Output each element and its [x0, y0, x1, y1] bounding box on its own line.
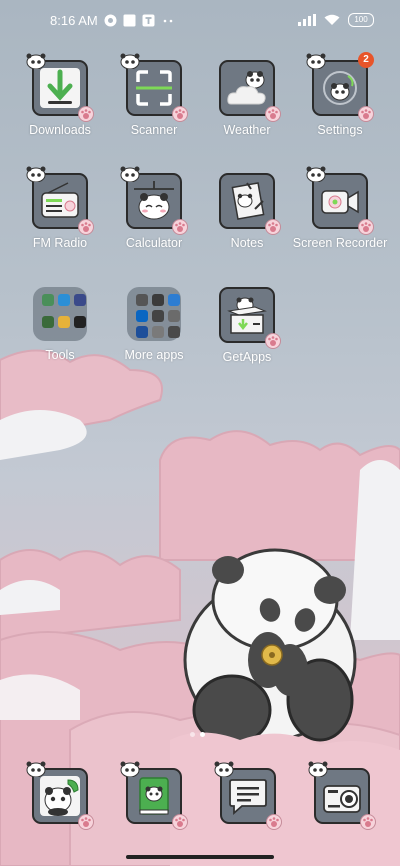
more-notifications-icon [163, 19, 173, 23]
camera-icon [323, 785, 361, 813]
download-arrow-icon [40, 68, 80, 108]
app-scanner[interactable]: Scanner [104, 53, 204, 138]
folder-icon [33, 287, 87, 341]
app-notes[interactable]: Notes [197, 173, 297, 251]
mini-app-icon [168, 326, 180, 338]
paw-icon [78, 814, 94, 830]
mini-app-icon [58, 316, 70, 328]
paw-icon [78, 219, 94, 235]
notes-icon [231, 182, 265, 220]
paw-icon [172, 219, 188, 235]
folder-icon [127, 287, 181, 341]
weather-cloud-icon [227, 71, 266, 105]
app-screen-recorder[interactable]: Screen Recorder [290, 166, 390, 251]
app-label: Notes [230, 236, 264, 250]
app-icon-frame [120, 761, 188, 830]
app-downloads[interactable]: Downloads [10, 53, 110, 138]
app-icon-frame [306, 166, 374, 235]
paw-icon [265, 219, 281, 235]
home-gesture-bar[interactable] [126, 855, 274, 859]
app-icon-frame: 2 [306, 52, 374, 122]
paw-icon [358, 219, 374, 235]
app-settings[interactable]: 2 Settings [290, 52, 390, 138]
mini-app-icon [74, 316, 86, 328]
mini-app-icon [152, 310, 164, 322]
app-label: Tools [45, 348, 75, 362]
signal-icon [298, 14, 316, 26]
app-calculator[interactable]: Calculator [104, 166, 204, 251]
app-icon-frame [214, 761, 282, 830]
app-weather[interactable]: Weather [197, 60, 297, 138]
mini-app-icon [58, 294, 70, 306]
dock-camera[interactable] [308, 761, 376, 830]
mini-app-icon [136, 310, 148, 322]
folder-more-apps[interactable]: More apps [104, 287, 204, 363]
dock-contacts[interactable] [120, 761, 188, 830]
paw-icon [172, 106, 188, 122]
mini-app-icon [152, 294, 164, 306]
app-icon-frame [219, 287, 281, 349]
app-label: More apps [124, 348, 184, 362]
notification-badge: 2 [358, 52, 374, 68]
folder-tools[interactable]: Tools [10, 287, 110, 363]
app-notification-icon [104, 14, 117, 27]
screen-recorder-icon [321, 190, 359, 214]
paw-icon [360, 814, 376, 830]
app-label: Weather [223, 123, 271, 137]
radio-icon [41, 182, 79, 218]
scanner-icon [136, 70, 172, 106]
paw-icon [172, 814, 188, 830]
t-notification-icon [142, 14, 155, 27]
clock: 8:16 AM [50, 13, 98, 28]
mini-app-icon [136, 294, 148, 306]
mini-app-icon [152, 326, 164, 338]
mini-app-icon [168, 294, 180, 306]
paw-icon [358, 106, 374, 122]
app-label: Screen Recorder [292, 236, 388, 250]
app-label: Calculator [125, 236, 183, 250]
app-label: Scanner [130, 123, 178, 137]
app-icon-frame [26, 166, 94, 235]
contacts-book-icon [139, 777, 169, 815]
page-indicator [190, 732, 205, 737]
page-dot-active[interactable] [200, 732, 205, 737]
app-icon-frame [120, 53, 188, 122]
paw-icon [266, 814, 282, 830]
app-label: FM Radio [32, 236, 88, 250]
dock-messages[interactable] [214, 761, 282, 830]
app-label: GetApps [222, 350, 272, 364]
square-notification-icon [123, 14, 136, 27]
battery-icon: 100 [348, 13, 374, 27]
app-label: Downloads [29, 123, 91, 137]
app-getapps[interactable]: GetApps [197, 287, 297, 365]
settings-icon [323, 71, 357, 105]
calculator-icon [134, 181, 174, 220]
app-fm-radio[interactable]: FM Radio [10, 166, 110, 251]
page-dot[interactable] [190, 732, 195, 737]
wifi-icon [324, 14, 340, 25]
mini-app-icon [42, 316, 54, 328]
battery-level: 100 [354, 15, 368, 24]
status-bar: 8:16 AM 100 [0, 0, 400, 44]
mini-app-icon [42, 294, 54, 306]
mini-app-icon [168, 310, 180, 322]
phone-icon [40, 776, 80, 816]
app-icon-frame [308, 761, 376, 830]
app-icon-frame [26, 761, 94, 830]
mini-app-icon [136, 326, 148, 338]
paw-icon [265, 333, 281, 349]
paw-icon [265, 106, 281, 122]
app-icon-frame [120, 166, 188, 235]
app-icon-frame [219, 173, 281, 235]
app-label: Settings [317, 123, 363, 137]
app-icon-frame [219, 60, 281, 122]
mini-app-icon [74, 294, 86, 306]
dock-phone[interactable] [26, 761, 94, 830]
messages-icon [229, 779, 267, 815]
app-icon-frame [26, 53, 94, 122]
getapps-box-icon [227, 297, 267, 334]
paw-icon [78, 106, 94, 122]
